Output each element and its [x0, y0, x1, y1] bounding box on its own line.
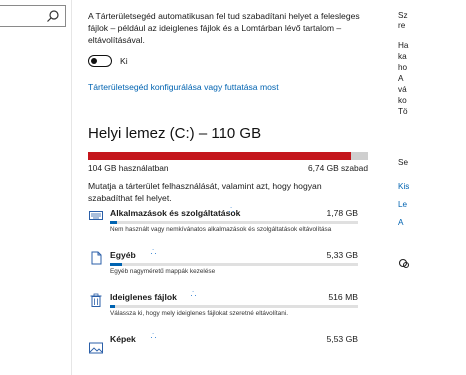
right-pane-text: ko	[398, 96, 407, 105]
category-usage-bar	[110, 305, 358, 308]
free-space-label: 6,74 GB szabad	[307, 163, 368, 173]
loading-spinner-icon: ·˙·	[150, 248, 157, 258]
right-pane-text: Ha	[398, 41, 409, 50]
file-icon	[91, 251, 102, 265]
right-pane-text: ka	[398, 52, 407, 61]
used-space-label: 104 GB használatban	[88, 163, 169, 173]
right-pane-text: ho	[398, 63, 408, 72]
category-description: Nem használt vagy nemkívánatos alkalmazá…	[110, 226, 332, 233]
storage-sense-toggle-row: Ki	[88, 53, 128, 69]
keyboard-icon	[89, 211, 103, 220]
storage-sense-toggle[interactable]	[88, 55, 112, 67]
loading-spinner-icon: ·˙·	[190, 290, 197, 300]
category-size: 5,33 GB	[326, 250, 358, 260]
right-pane-text: vá	[398, 85, 407, 94]
feedback-icon[interactable]	[398, 258, 410, 270]
usage-hint: Mutatja a tárterület felhasználását, val…	[88, 181, 322, 203]
loading-spinner-icon: ·˙·	[228, 206, 235, 216]
category-description: Válassza ki, hogy mely ideiglenes fájlok…	[110, 310, 288, 317]
search-input[interactable]	[0, 5, 66, 27]
right-pane-heading: Se	[398, 158, 409, 167]
drive-title: Helyi lemez (C:) – 110 GB	[88, 125, 262, 142]
category-temp-files[interactable]: Ideiglenes fájlok ·˙· 516 MB Válassza ki…	[88, 290, 368, 330]
category-apps[interactable]: Alkalmazások és szolgáltatások ·˙· 1,78 …	[88, 206, 368, 246]
category-usage-fill	[110, 305, 115, 308]
loading-spinner-icon: ·˙·	[150, 332, 157, 342]
category-size: 5,53 GB	[326, 334, 358, 344]
category-usage-fill	[110, 263, 123, 266]
trash-icon	[90, 293, 102, 307]
category-name: Alkalmazások és szolgáltatások	[110, 208, 241, 218]
category-pictures[interactable]: Képek ·˙· 5,53 GB	[88, 332, 368, 372]
right-pane-text: re	[398, 21, 406, 30]
toggle-label: Ki	[120, 56, 128, 66]
category-usage-fill	[110, 221, 118, 224]
category-size: 1,78 GB	[326, 208, 358, 218]
drive-usage-fill	[88, 152, 352, 160]
right-pane-link[interactable]: Kis	[398, 181, 409, 192]
drive-usage-bar	[88, 152, 368, 160]
storage-settings-main: A Tárterületsegéd automatikusan fel tud …	[88, 0, 378, 375]
right-pane-link[interactable]: Le	[398, 199, 407, 210]
left-navigation-pane	[0, 0, 72, 375]
right-pane-text: A	[398, 74, 404, 83]
storage-sense-description: A Tárterületsegéd automatikusan fel tud …	[88, 11, 360, 45]
category-size: 516 MB	[328, 292, 358, 302]
image-icon	[89, 342, 103, 354]
configure-storage-sense-link[interactable]: Tárterületsegéd konfigurálása vagy futta…	[88, 82, 279, 92]
category-other[interactable]: Egyéb ·˙· 5,33 GB Egyéb nagyméretű mappá…	[88, 248, 368, 288]
category-usage-bar	[110, 263, 358, 266]
category-name: Képek	[110, 334, 136, 344]
toggle-knob	[91, 57, 97, 64]
category-name: Ideiglenes fájlok	[110, 292, 177, 302]
category-description: Egyéb nagyméretű mappák kezelése	[110, 268, 216, 275]
category-usage-bar	[110, 221, 358, 224]
category-name: Egyéb	[110, 250, 136, 260]
right-pane-text: Tö	[398, 107, 408, 116]
related-settings-pane: Sz re Ha ka ho A vá ko Tö Se Kis Le A	[396, 0, 466, 375]
right-pane-link[interactable]: A	[398, 217, 403, 228]
search-icon[interactable]	[46, 9, 60, 23]
